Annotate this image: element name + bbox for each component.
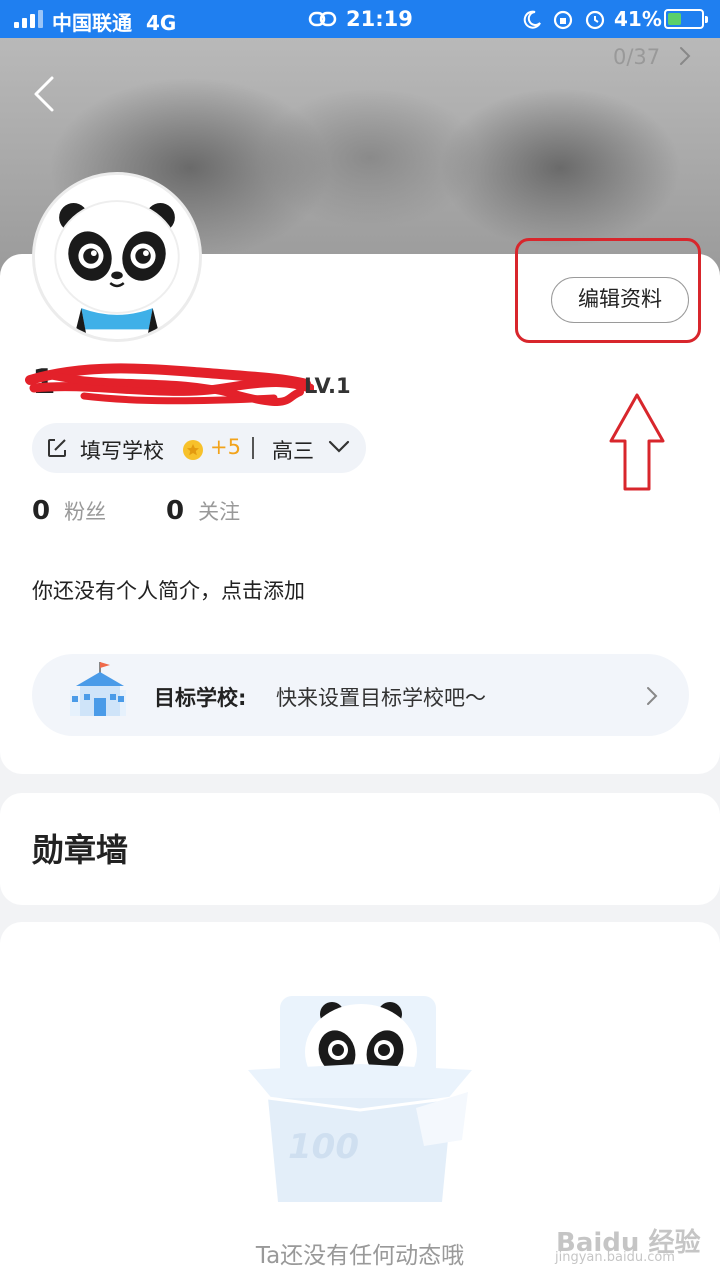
battery-icon bbox=[664, 9, 708, 29]
badge-wall-row[interactable]: 勋章墙 bbox=[0, 793, 720, 905]
carrier-label: 中国联通 4G bbox=[52, 11, 177, 35]
target-school-label: 目标学校: bbox=[154, 686, 247, 710]
avatar[interactable] bbox=[32, 172, 202, 342]
user-level: LV.1 bbox=[304, 374, 351, 398]
chevron-right-icon[interactable] bbox=[678, 45, 692, 67]
coin-icon bbox=[183, 440, 203, 460]
baidu-watermark-url: jingyan.baidu.com bbox=[555, 1250, 675, 1265]
back-icon[interactable] bbox=[26, 72, 66, 116]
grade-value[interactable]: 高三 bbox=[272, 435, 314, 465]
link-icon bbox=[308, 11, 337, 27]
school-selector[interactable]: 填写学校 +5 高三 bbox=[32, 423, 366, 473]
annotation-up-arrow bbox=[609, 393, 665, 491]
chevron-right-icon bbox=[647, 687, 658, 705]
badge-count: 0/37 bbox=[613, 45, 661, 69]
signal-icon bbox=[14, 10, 46, 28]
chevron-down-icon[interactable] bbox=[328, 439, 350, 455]
moon-icon bbox=[523, 10, 541, 29]
redaction-scribble bbox=[25, 363, 314, 406]
status-bar: 中国联通 4G 21:19 41% bbox=[0, 0, 720, 38]
target-school-value: 快来设置目标学校吧～ bbox=[276, 686, 486, 710]
school-reward: +5 bbox=[210, 435, 241, 459]
clock: 21:19 bbox=[346, 7, 413, 31]
edit-icon bbox=[48, 439, 66, 457]
bio-text[interactable]: 你还没有个人简介，点击添加 bbox=[32, 575, 305, 605]
battery-percent: 41% bbox=[614, 7, 662, 31]
followers-stat[interactable]: 0 粉丝 bbox=[32, 496, 106, 526]
svg-text:100: 100 bbox=[288, 1127, 359, 1167]
alarm-icon bbox=[585, 10, 605, 30]
pill-divider bbox=[252, 437, 254, 459]
following-stat[interactable]: 0 关注 bbox=[166, 496, 240, 526]
edit-profile-button[interactable]: 编辑资料 bbox=[551, 277, 689, 323]
network-type: 4G bbox=[145, 11, 177, 35]
badge-wall-title: 勋章墙 bbox=[32, 831, 129, 869]
rotation-lock-icon bbox=[553, 10, 573, 30]
school-placeholder: 填写学校 bbox=[80, 439, 164, 463]
empty-box-panda-illustration: 100 bbox=[248, 996, 472, 1202]
school-building-icon bbox=[70, 662, 126, 716]
target-school-row[interactable]: 目标学校: 快来设置目标学校吧～ bbox=[32, 654, 689, 736]
panda-avatar-icon bbox=[35, 175, 199, 339]
